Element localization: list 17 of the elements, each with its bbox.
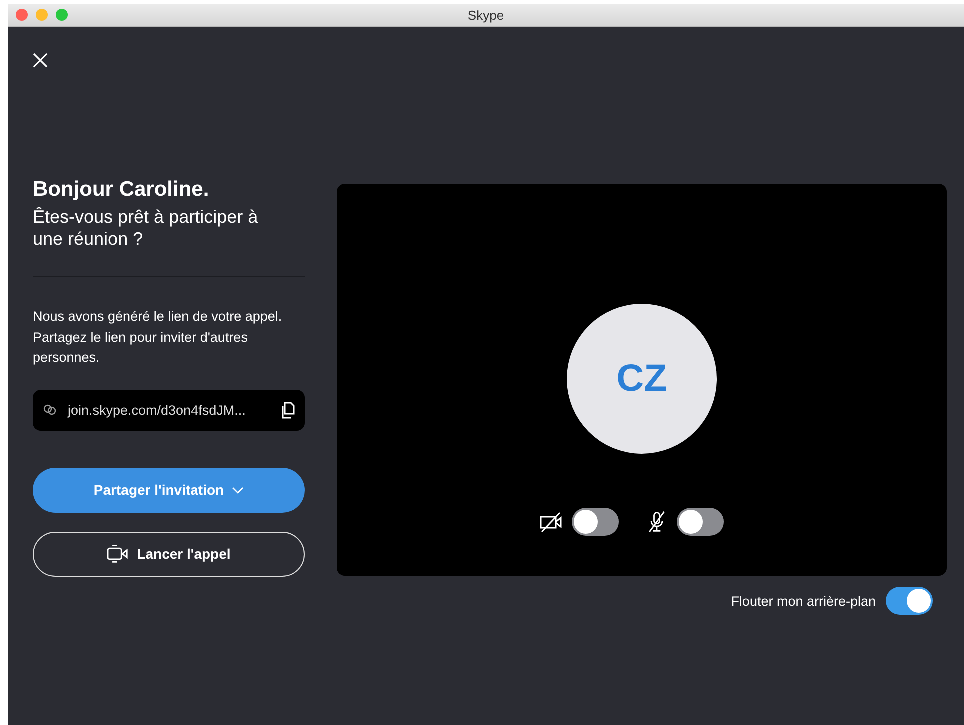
camera-off-icon bbox=[540, 511, 564, 533]
window-title: Skype bbox=[468, 8, 504, 22]
start-call-button[interactable]: Lancer l'appel bbox=[33, 532, 305, 576]
avatar: CZ bbox=[567, 304, 717, 454]
caret-icon bbox=[232, 486, 244, 494]
close-icon[interactable] bbox=[33, 53, 48, 68]
toggle-switch[interactable] bbox=[572, 508, 619, 536]
blur-background-label: Flouter mon arrière-plan bbox=[731, 594, 876, 608]
link-icon bbox=[43, 404, 57, 416]
info-text: Nous avons généré le lien de votre appel. Partagez le lien pour inviter d'autres personnes. bbox=[33, 308, 284, 367]
link-field[interactable]: join.skype.com/d3on4fsdJM... bbox=[33, 390, 305, 430]
toggle-switch[interactable] bbox=[677, 508, 724, 536]
greeting-title: Bonjour Caroline. bbox=[33, 178, 210, 202]
copy-icon[interactable] bbox=[281, 402, 295, 418]
video-camera-icon bbox=[107, 544, 130, 564]
greeting-subtitle: Êtes-vous prêt à participer à une réunion ? bbox=[33, 206, 260, 250]
toggle-switch[interactable] bbox=[886, 587, 933, 615]
